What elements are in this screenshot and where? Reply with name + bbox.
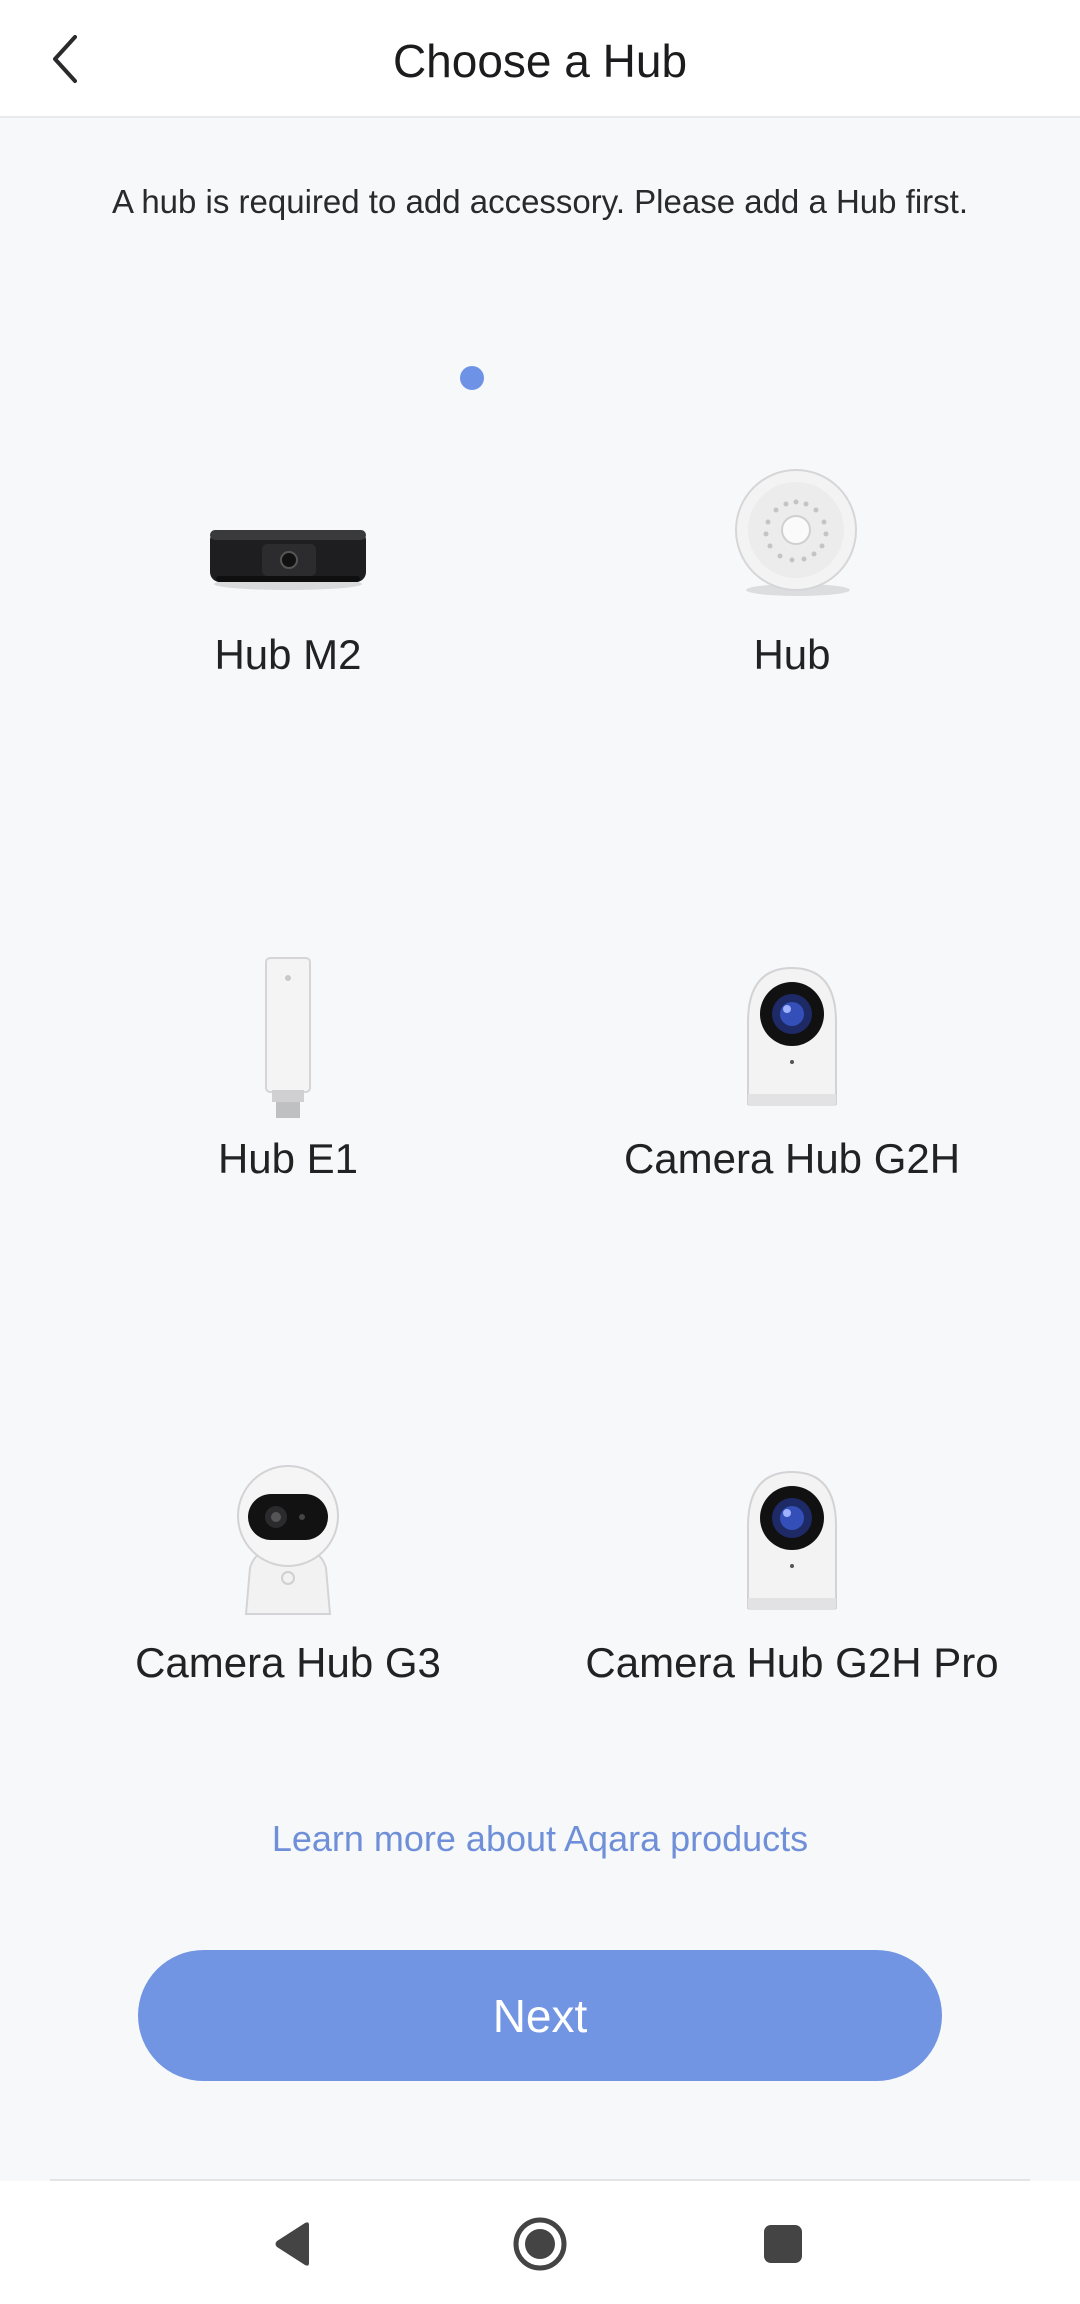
hub-option-hub[interactable]: Hub	[540, 380, 1044, 810]
hub-required-notice: A hub is required to add accessory. Plea…	[111, 183, 969, 220]
hub-device-image	[540, 430, 1044, 630]
hub-name: Camera Hub G2H	[623, 1135, 961, 1182]
hub-option-camera-hub-g2h[interactable]: Camera Hub G2H	[540, 884, 1044, 1314]
hub-name: Camera Hub G3	[135, 1639, 441, 1686]
square-recents-icon	[764, 2225, 802, 2263]
circle-home-icon	[513, 2217, 567, 2271]
hub-option-hub-e1[interactable]: Hub E1	[36, 884, 540, 1314]
system-navigation-bar	[0, 2181, 1080, 2304]
hub-m2-device-image	[36, 430, 540, 630]
next-button[interactable]: Next	[138, 1950, 942, 2081]
camera-hub-g2h-image	[540, 934, 1044, 1134]
page-title: Choose a Hub	[392, 35, 688, 87]
hub-e1-dongle-image	[36, 934, 540, 1134]
hub-option-camera-hub-g2h-pro[interactable]: Camera Hub G2H Pro	[540, 1388, 1044, 1818]
hub-name: Hub	[753, 631, 831, 678]
system-back-button[interactable]	[249, 2199, 339, 2289]
hub-name: Hub E1	[217, 1135, 359, 1182]
hub-option-camera-hub-g3[interactable]: Camera Hub G3	[36, 1388, 540, 1818]
learn-more-link[interactable]: Learn more about Aqara products	[0, 1818, 1080, 1860]
triangle-back-icon	[275, 2222, 309, 2266]
camera-hub-g3-image	[36, 1438, 540, 1638]
hub-name: Camera Hub G2H Pro	[585, 1639, 999, 1686]
system-home-button[interactable]	[495, 2199, 585, 2289]
hub-name: Hub M2	[214, 631, 362, 678]
camera-hub-g2h-pro-image	[540, 1438, 1044, 1638]
system-recents-button[interactable]	[738, 2199, 828, 2289]
top-app-bar: Choose a Hub	[0, 0, 1080, 118]
hub-option-hub-m2[interactable]: Hub M2	[36, 380, 540, 810]
